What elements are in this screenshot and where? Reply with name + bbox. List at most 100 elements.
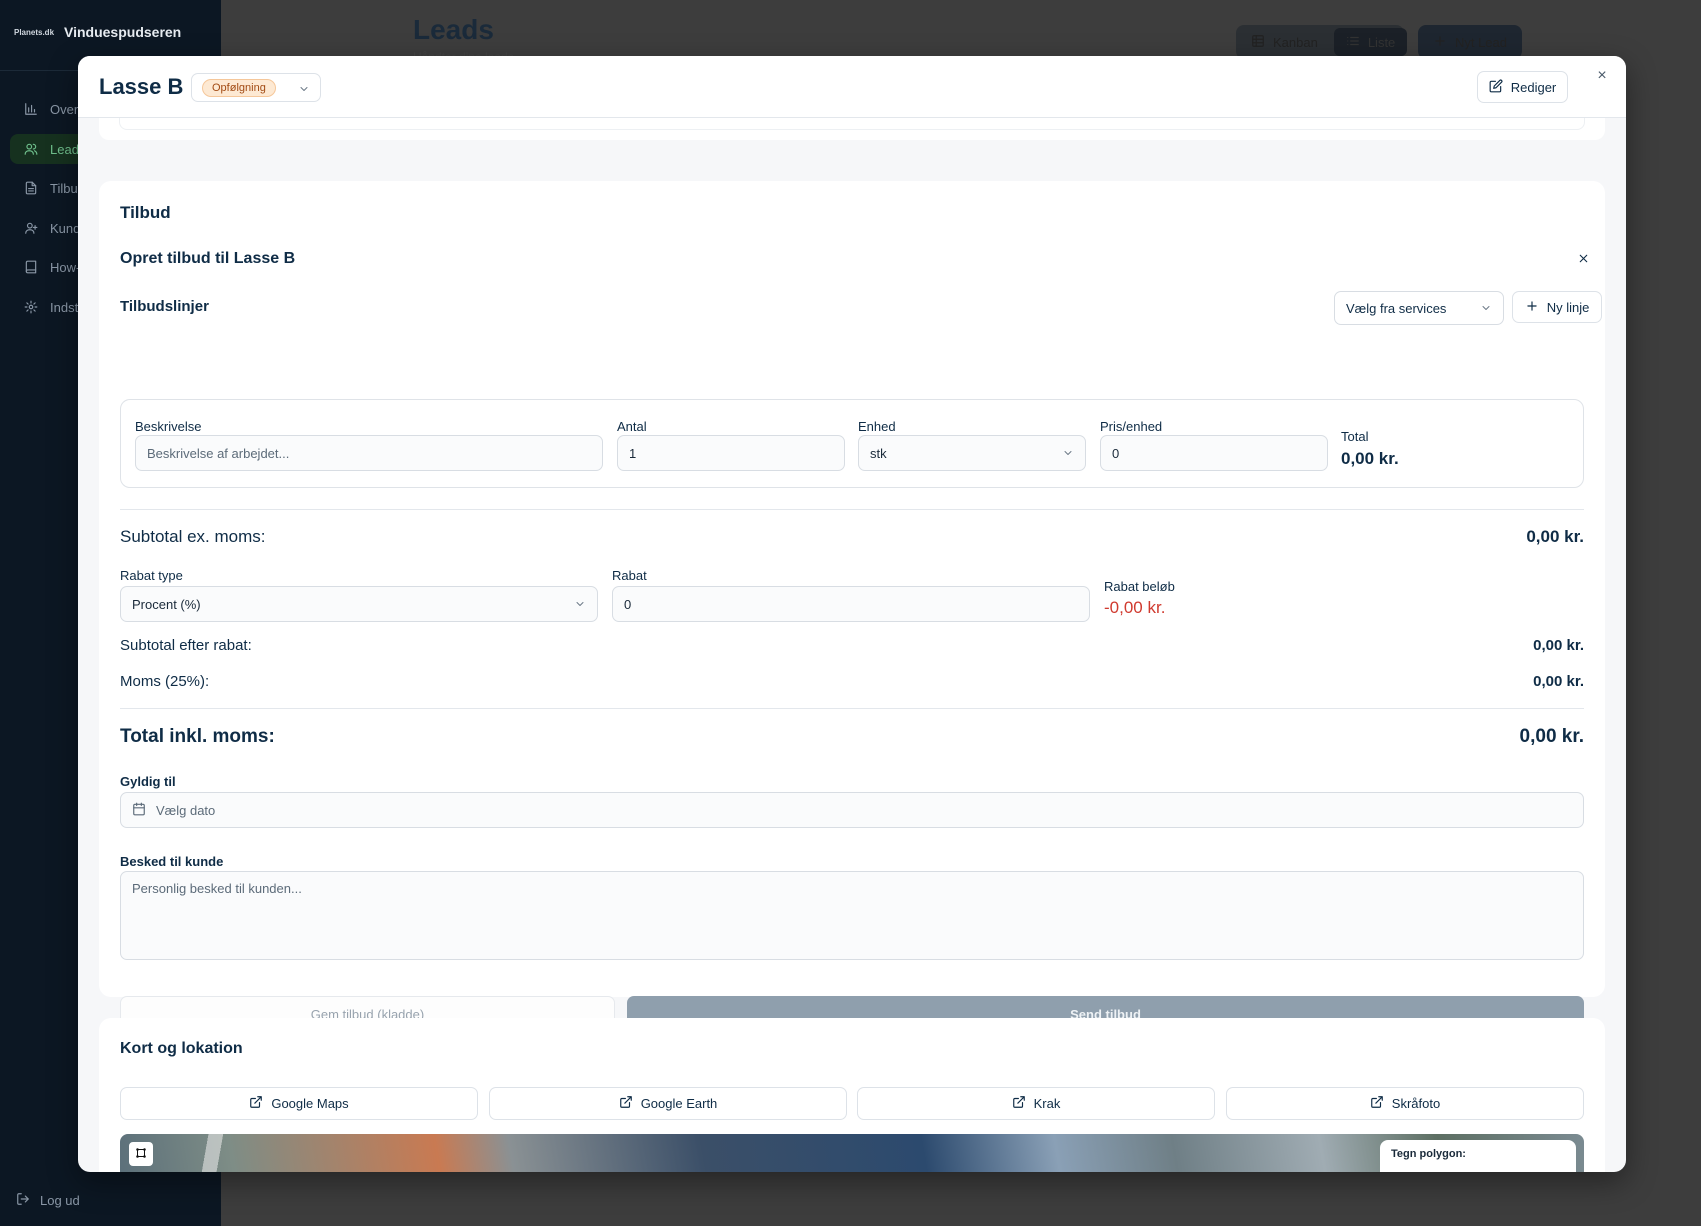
description-label: Beskrivelse (135, 419, 202, 434)
map-card: Kort og lokation Google Maps Google Eart… (99, 1018, 1605, 1172)
price-input[interactable]: 0 (1100, 435, 1328, 471)
subtotal-after-value: 0,00 kr. (1533, 637, 1584, 654)
new-lead-button[interactable]: Nyt Lead (1418, 25, 1522, 59)
total-value: 0,00 kr. (1519, 726, 1584, 747)
new-line-label: Ny linje (1546, 299, 1590, 315)
plus-icon (1525, 299, 1539, 316)
unit-value: stk (870, 445, 887, 461)
polygon-label: Tegn polygon: (1391, 1148, 1466, 1160)
divider (120, 708, 1584, 709)
user-icon (24, 221, 38, 235)
external-link-icon (249, 1095, 263, 1112)
brand-logo: Planets.dk (14, 27, 55, 37)
close-offer-button[interactable] (1577, 252, 1590, 270)
discount-amount-label: Rabat beløb (1104, 579, 1175, 594)
offer-line-row: Beskrivelse Beskrivelse af arbejdet... A… (120, 399, 1584, 488)
unit-select[interactable]: stk (858, 435, 1086, 471)
edit-label: Rediger (1510, 79, 1557, 95)
google-earth-label: Google Earth (640, 1096, 718, 1111)
edit-button[interactable]: Rediger (1477, 71, 1568, 103)
brand-name: Vinduespudseren (64, 24, 182, 40)
satellite-map[interactable] (120, 1134, 1584, 1172)
vat-value: 0,00 kr. (1533, 673, 1584, 690)
line-total-label: Total (1341, 429, 1369, 444)
status-badge: Opfølgning (202, 78, 276, 97)
polygon-panel: Tegn polygon: (1380, 1140, 1576, 1172)
krak-button[interactable]: Krak (857, 1087, 1215, 1120)
users-icon (24, 142, 38, 156)
view-switch: Kanban Liste (1236, 25, 1408, 59)
list-label: Liste (1367, 34, 1396, 50)
brand[interactable]: Planets.dk Vinduespudseren (14, 24, 181, 40)
lead-name: Lasse B (99, 74, 184, 99)
description-input[interactable]: Beskrivelse af arbejdet... (135, 435, 603, 471)
kanban-view-button[interactable]: Kanban (1239, 28, 1330, 56)
list-view-button[interactable]: Liste (1333, 28, 1408, 56)
logout-button[interactable]: Log ud (16, 1192, 80, 1209)
divider (120, 509, 1584, 510)
quantity-input[interactable]: 1 (617, 435, 845, 471)
page-title: Leads (413, 14, 494, 45)
google-maps-label: Google Maps (271, 1096, 349, 1111)
lead-modal: Lasse B Opfølgning Rediger × Tilbud Opre… (78, 56, 1626, 1172)
discount-input[interactable]: 0 (612, 586, 1090, 622)
chevron-down-icon (574, 598, 586, 610)
message-textarea[interactable]: Personlig besked til kunden... (120, 871, 1584, 960)
calendar-icon (132, 802, 146, 819)
quantity-label: Antal (617, 419, 647, 434)
new-line-button[interactable]: Ny linje (1512, 291, 1602, 323)
total-label: Total inkl. moms: (120, 726, 275, 747)
book-icon (24, 260, 38, 274)
grid-icon (1251, 34, 1265, 51)
valid-until-label: Gyldig til (120, 774, 176, 789)
chevron-down-icon (298, 82, 310, 94)
subtotal-after-label: Subtotal efter rabat: (120, 637, 252, 654)
chevron-down-icon (1062, 447, 1074, 459)
previous-section-inner (119, 118, 1585, 130)
map-section-title: Kort og lokation (120, 1040, 243, 1057)
krak-label: Krak (1033, 1096, 1061, 1111)
price-label: Pris/enhed (1100, 419, 1163, 434)
kanban-label: Kanban (1273, 34, 1318, 50)
offer-card: Tilbud Opret tilbud til Lasse B Tilbudsl… (99, 181, 1605, 1032)
discount-type-value: Procent (%) (132, 596, 201, 612)
choose-services-label: Vælg fra services (1346, 300, 1447, 316)
external-link-icon (619, 1095, 633, 1112)
document-icon (24, 181, 38, 195)
plus-icon (1433, 34, 1447, 51)
list-icon (1346, 34, 1360, 51)
unit-label: Enhed (858, 419, 896, 434)
choose-services-select[interactable]: Vælg fra services (1334, 291, 1504, 325)
message-label: Besked til kunde (120, 854, 224, 869)
external-link-icon (1370, 1095, 1384, 1112)
new-lead-label: Nyt Lead (1454, 34, 1508, 50)
subtotal-value: 0,00 kr. (1526, 527, 1584, 546)
close-modal-button[interactable]: × (1594, 68, 1610, 84)
discount-type-label: Rabat type (120, 568, 183, 583)
offer-section-title: Tilbud (120, 203, 171, 222)
skraafoto-button[interactable]: Skråfoto (1226, 1087, 1584, 1120)
line-total-value: 0,00 kr. (1341, 449, 1399, 468)
google-maps-button[interactable]: Google Maps (120, 1087, 478, 1120)
vat-label: Moms (25%): (120, 673, 210, 690)
google-earth-button[interactable]: Google Earth (489, 1087, 847, 1120)
subtotal-label: Subtotal ex. moms: (120, 527, 266, 546)
valid-until-date-picker[interactable]: Vælg dato (120, 792, 1584, 828)
bar-chart-icon (24, 102, 38, 116)
logout-icon (16, 1192, 30, 1209)
offer-lines-title: Tilbudslinjer (120, 298, 209, 315)
discount-label: Rabat (612, 568, 647, 583)
close-icon (1577, 252, 1590, 269)
draw-polygon-tool[interactable] (129, 1142, 153, 1166)
modal-header: Lasse B Opfølgning Rediger × (78, 56, 1626, 118)
polygon-icon (135, 1147, 147, 1162)
status-select[interactable]: Opfølgning (191, 73, 321, 102)
valid-until-placeholder: Vælg dato (156, 802, 216, 818)
logout-label: Log ud (40, 1193, 80, 1208)
close-icon: × (1597, 67, 1607, 84)
skraafoto-label: Skråfoto (1391, 1096, 1441, 1111)
discount-type-select[interactable]: Procent (%) (120, 586, 598, 622)
gear-icon (24, 300, 38, 314)
create-offer-title: Opret tilbud til Lasse B (120, 250, 296, 267)
discount-amount-value: -0,00 kr. (1104, 598, 1166, 617)
